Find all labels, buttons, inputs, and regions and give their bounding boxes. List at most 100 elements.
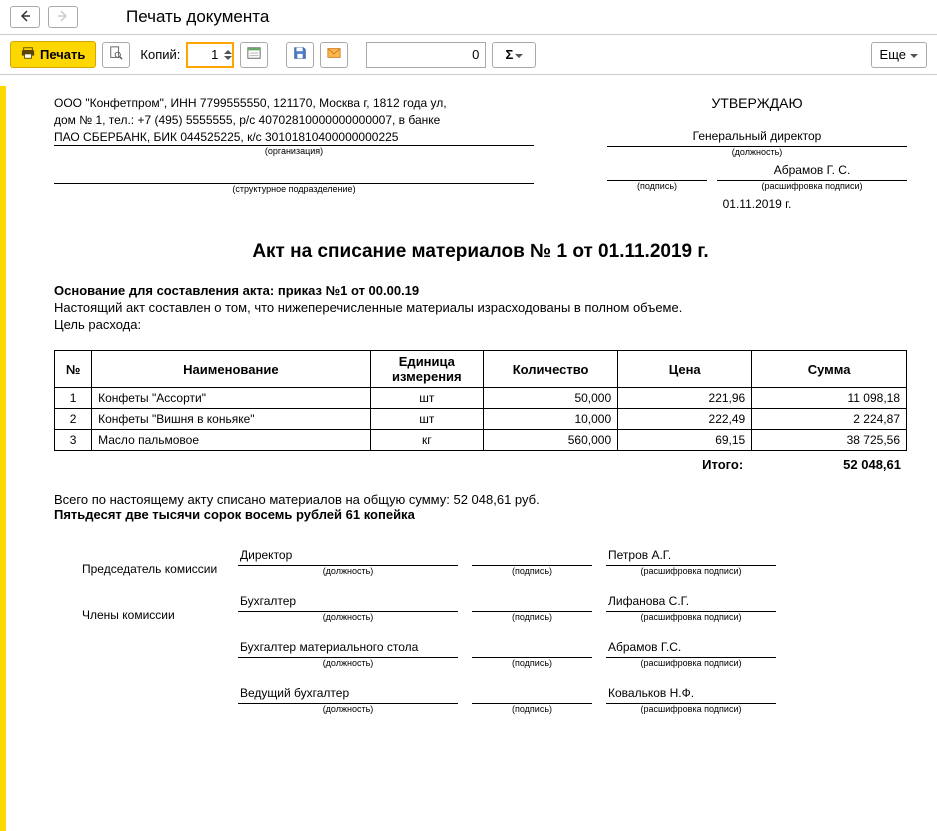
commission-signature-value xyxy=(472,640,592,658)
commission-name-field: Лифанова С.Г.(расшифровка подписи) xyxy=(606,594,776,622)
org-line: ООО "Конфетпром", ИНН 7799555550, 121170… xyxy=(54,95,534,112)
approve-date: 01.11.2019 г. xyxy=(607,197,907,211)
commission-name-caption: (расшифровка подписи) xyxy=(606,704,776,714)
copies-spinner[interactable] xyxy=(186,42,234,68)
document-title: Акт на списание материалов № 1 от 01.11.… xyxy=(54,241,907,263)
preview-icon xyxy=(109,46,123,63)
arrow-left-icon xyxy=(19,10,31,25)
commission-role-label: Члены комиссии xyxy=(54,608,224,622)
template-button[interactable] xyxy=(240,42,268,68)
cell-price: 69,15 xyxy=(618,430,752,451)
cell-num: 2 xyxy=(55,409,92,430)
arrow-right-icon xyxy=(57,10,69,25)
commission-position-field: Ведущий бухгалтер(должность) xyxy=(238,686,458,714)
email-button[interactable] xyxy=(320,42,348,68)
page-title: Печать документа xyxy=(126,7,269,27)
commission-name-value: Абрамов Г.С. xyxy=(606,640,776,658)
struct-line xyxy=(54,156,534,184)
decipher-value: Абрамов Г. С. xyxy=(717,163,907,181)
th-num: № xyxy=(55,351,92,388)
commission-name-value: Петров А.Г. xyxy=(606,548,776,566)
commission-row: Председатель комиссии Директор(должность)… xyxy=(54,548,907,576)
save-button[interactable] xyxy=(286,42,314,68)
th-name: Наименование xyxy=(92,351,370,388)
commission-position-field: Бухгалтер материального стола(должность) xyxy=(238,640,458,668)
basis-order: приказ №1 от 00.00.19 xyxy=(278,283,419,298)
document-body: ООО "Конфетпром", ИНН 7799555550, 121170… xyxy=(10,75,937,714)
cell-price: 222,49 xyxy=(618,409,752,430)
copies-label: Копий: xyxy=(140,47,180,62)
cell-sum: 2 224,87 xyxy=(752,409,907,430)
more-button-label: Еще xyxy=(880,47,906,62)
cell-unit: шт xyxy=(370,388,483,409)
sigma-label: Σ xyxy=(505,47,513,62)
cell-unit: кг xyxy=(370,430,483,451)
cell-sum: 11 098,18 xyxy=(752,388,907,409)
spinner-arrows-icon xyxy=(224,49,232,61)
commission-signature-field: (подпись) xyxy=(472,548,592,576)
table-row: 2Конфеты "Вишня в коньяке"шт10,000222,49… xyxy=(55,409,907,430)
signature-box xyxy=(607,163,707,181)
commission-position-value: Бухгалтер xyxy=(238,594,458,612)
materials-table: № Наименование Единица измерения Количес… xyxy=(54,350,907,451)
cell-name: Конфеты "Вишня в коньяке" xyxy=(92,409,370,430)
commission-signature-field: (подпись) xyxy=(472,686,592,714)
printer-icon xyxy=(21,46,35,63)
commission-position-caption: (должность) xyxy=(238,658,458,668)
commission-name-value: Лифанова С.Г. xyxy=(606,594,776,612)
commission-position-value: Бухгалтер материального стола xyxy=(238,640,458,658)
commission-name-field: Абрамов Г.С.(расшифровка подписи) xyxy=(606,640,776,668)
th-sum: Сумма xyxy=(752,351,907,388)
total-label: Итого: xyxy=(702,457,743,472)
cell-num: 1 xyxy=(55,388,92,409)
summary-line1: Всего по настоящему акту списано материа… xyxy=(54,492,907,507)
th-unit: Единица измерения xyxy=(370,351,483,388)
position-caption: (должность) xyxy=(607,147,907,157)
commission-signature-field: (подпись) xyxy=(472,594,592,622)
commission-signature-value xyxy=(472,686,592,704)
commission-block: Председатель комиссииДиректор(должность)… xyxy=(54,548,907,714)
back-button[interactable] xyxy=(10,6,40,28)
decipher-caption: (расшифровка подписи) xyxy=(717,181,907,191)
commission-name-caption: (расшифровка подписи) xyxy=(606,612,776,622)
cell-name: Масло пальмовое xyxy=(92,430,370,451)
cell-price: 221,96 xyxy=(618,388,752,409)
summary-block: Всего по настоящему акту списано материа… xyxy=(54,492,907,522)
sidebar-stripe xyxy=(0,86,6,831)
basis-text: Настоящий акт составлен о том, что нижеп… xyxy=(54,300,907,315)
cell-qty: 50,000 xyxy=(484,388,618,409)
number-input[interactable] xyxy=(366,42,486,68)
org-line: ПАО СБЕРБАНК, БИК 044525225, к/с 3010181… xyxy=(54,129,534,147)
totals-row: Итого: 52 048,61 xyxy=(54,457,907,472)
commission-name-caption: (расшифровка подписи) xyxy=(606,566,776,576)
commission-signature-caption: (подпись) xyxy=(472,658,592,668)
preview-button[interactable] xyxy=(102,42,130,68)
commission-position-caption: (должность) xyxy=(238,612,458,622)
chevron-down-icon xyxy=(910,47,918,62)
struct-caption: (структурное подразделение) xyxy=(54,184,534,194)
chevron-down-icon xyxy=(515,47,523,62)
forward-button[interactable] xyxy=(48,6,78,28)
commission-row: Бухгалтер материального стола(должность)… xyxy=(54,640,907,668)
titlebar: Печать документа xyxy=(0,0,937,35)
org-caption: (организация) xyxy=(54,146,534,156)
table-row: 3Масло пальмовоекг560,00069,1538 725,56 xyxy=(55,430,907,451)
commission-position-caption: (должность) xyxy=(238,566,458,576)
commission-role-label: Председатель комиссии xyxy=(54,562,224,576)
cell-qty: 10,000 xyxy=(484,409,618,430)
summary-line2: Пятьдесят две тысячи сорок восемь рублей… xyxy=(54,507,907,522)
table-row: 1Конфеты "Ассорти"шт50,000221,9611 098,1… xyxy=(55,388,907,409)
commission-position-value: Директор xyxy=(238,548,458,566)
print-button[interactable]: Печать xyxy=(10,41,96,68)
more-button[interactable]: Еще xyxy=(871,42,927,68)
basis-label: Основание для составления акта: xyxy=(54,283,278,298)
sum-button[interactable]: Σ xyxy=(492,42,536,68)
organization-block: ООО "Конфетпром", ИНН 7799555550, 121170… xyxy=(54,95,534,211)
th-price: Цена xyxy=(618,351,752,388)
commission-signature-value xyxy=(472,594,592,612)
commission-signature-caption: (подпись) xyxy=(472,566,592,576)
commission-position-caption: (должность) xyxy=(238,704,458,714)
commission-row: Ведущий бухгалтер(должность)(подпись)Ков… xyxy=(54,686,907,714)
commission-signature-field: (подпись) xyxy=(472,640,592,668)
commission-row: Члены комиссии Бухгалтер(должность) (подпи… xyxy=(54,594,907,622)
